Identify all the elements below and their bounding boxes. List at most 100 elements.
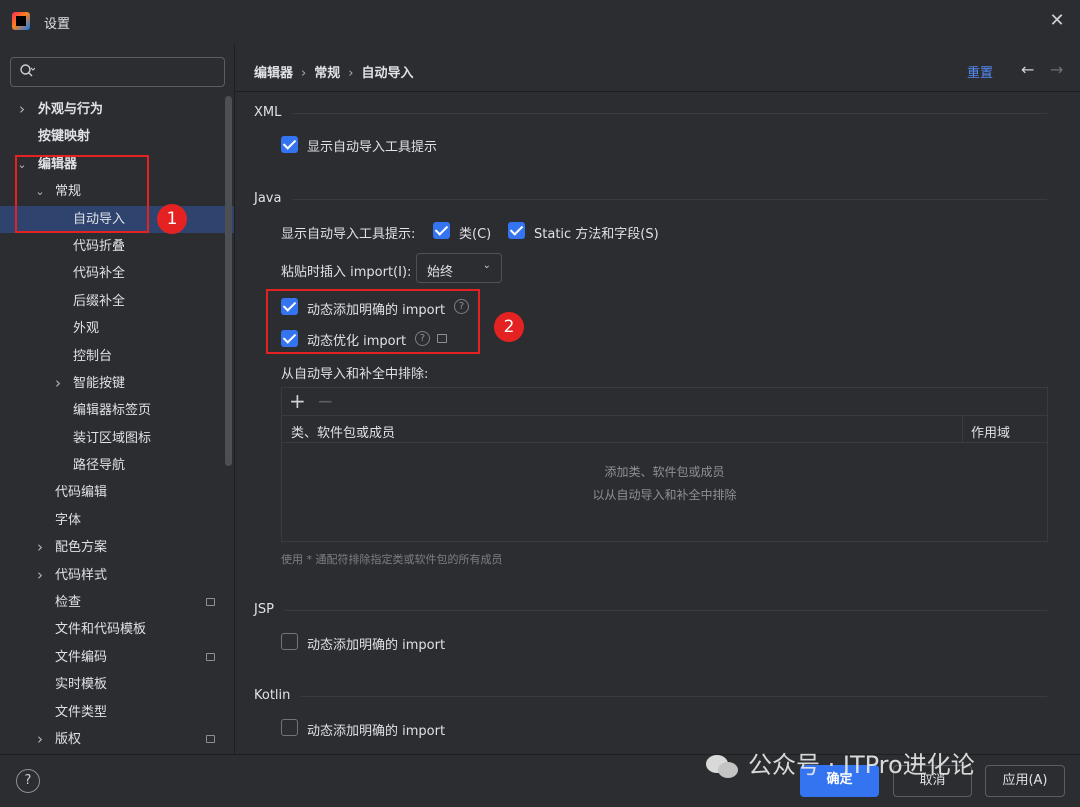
sidebar-item[interactable]: 后缀补全 bbox=[0, 288, 222, 315]
sidebar-item-label: 检查 bbox=[55, 595, 82, 611]
chevron-right-icon[interactable]: › bbox=[34, 562, 46, 589]
exclude-label: 从自动导入和补全中排除: bbox=[281, 367, 429, 382]
sidebar-item[interactable]: › 代码样式 bbox=[0, 562, 222, 589]
empty-state-line2: 以从自动导入和补全中排除 bbox=[592, 488, 737, 502]
sidebar-item[interactable]: 外观 bbox=[0, 315, 222, 342]
window-title: 设置 bbox=[44, 17, 71, 32]
apply-button[interactable]: 应用(A) bbox=[985, 765, 1065, 797]
exclude-table: + − 类、软件包或成员 作用域 添加类、软件包或成员 以从自动导入和补全中排除 bbox=[281, 387, 1048, 542]
sidebar-item-label: 代码补全 bbox=[73, 266, 126, 282]
header-divider bbox=[235, 91, 1080, 92]
sidebar-item-label: 后缀补全 bbox=[73, 293, 126, 309]
help-button[interactable]: ? bbox=[16, 769, 40, 793]
sidebar-item[interactable]: 代码折叠 bbox=[0, 233, 222, 260]
section-title-java: Java bbox=[254, 191, 282, 206]
annotation-number-1: 1 bbox=[157, 204, 187, 234]
sidebar-item[interactable]: 编辑器标签页 bbox=[0, 397, 222, 424]
section-title-xml: XML bbox=[254, 105, 282, 120]
breadcrumb-item[interactable]: 常规 bbox=[314, 66, 340, 81]
sidebar-item[interactable]: 路径导航 bbox=[0, 452, 222, 479]
sidebar-item-label: 文件和代码模板 bbox=[55, 622, 147, 638]
sidebar-scrollbar[interactable] bbox=[225, 96, 232, 466]
sidebar-item[interactable]: 字体 bbox=[0, 507, 222, 534]
arrow-left-icon[interactable]: ← bbox=[1021, 60, 1034, 79]
java-static-checkbox[interactable] bbox=[508, 222, 525, 239]
section-divider bbox=[301, 696, 1047, 697]
kotlin-add-unambiguous-label: 动态添加明确的 import bbox=[307, 724, 446, 739]
chevron-right-icon: › bbox=[301, 66, 307, 81]
sidebar-item[interactable]: › 智能按键 bbox=[0, 370, 222, 397]
sidebar-item[interactable]: › 外观与行为 bbox=[0, 96, 222, 123]
java-classes-label: 类(C) bbox=[459, 227, 492, 242]
annotation-box-1 bbox=[15, 155, 149, 233]
window-icon bbox=[206, 734, 215, 743]
watermark: 公众号 · ITPro进化论 bbox=[706, 745, 975, 780]
intellij-logo-icon bbox=[12, 12, 30, 30]
sidebar-item[interactable]: › 版权 bbox=[0, 726, 222, 753]
section-title-kotlin: Kotlin bbox=[254, 688, 291, 703]
breadcrumb: 编辑器 › 常规 › 自动导入 bbox=[254, 62, 413, 81]
paste-import-select[interactable]: 始终 ⌄ bbox=[416, 253, 502, 283]
section-title-jsp: JSP bbox=[254, 602, 274, 617]
sidebar-item-label: 编辑器标签页 bbox=[73, 403, 152, 419]
sidebar-item[interactable]: 文件编码 bbox=[0, 644, 222, 671]
chevron-right-icon[interactable]: › bbox=[34, 726, 46, 753]
window-icon bbox=[206, 652, 215, 661]
column-separator bbox=[962, 416, 963, 443]
xml-show-popup-label: 显示自动导入工具提示 bbox=[307, 140, 438, 155]
sidebar-item[interactable]: 装订区域图标 bbox=[0, 425, 222, 452]
sidebar-item-label: 文件编码 bbox=[55, 649, 108, 665]
sidebar-item[interactable]: 文件类型 bbox=[0, 699, 222, 726]
kotlin-add-unambiguous-checkbox[interactable] bbox=[281, 719, 298, 736]
settings-content: 编辑器 › 常规 › 自动导入 重置 ← → XML 显示自动导入工具提示 Java 显… bbox=[234, 44, 1080, 754]
sidebar-item[interactable]: 检查 bbox=[0, 589, 222, 616]
sidebar-item-label: 代码样式 bbox=[55, 567, 108, 583]
sidebar-item[interactable]: 文件和代码模板 bbox=[0, 616, 222, 643]
sidebar-item-label: 装订区域图标 bbox=[73, 430, 152, 446]
arrow-right-icon[interactable]: → bbox=[1050, 60, 1063, 79]
wildcard-hint: 使用 * 通配符排除指定类或软件包的所有成员 bbox=[281, 553, 503, 566]
chevron-right-icon: › bbox=[348, 66, 354, 81]
java-static-label: Static 方法和字段(S) bbox=[534, 227, 659, 242]
wechat-logo-icon bbox=[706, 753, 740, 779]
paste-import-value: 始终 bbox=[427, 265, 454, 280]
annotation-box-2 bbox=[266, 289, 480, 354]
title-bar: 设置 ✕ bbox=[0, 0, 1080, 44]
sidebar-item-label: 路径导航 bbox=[73, 458, 126, 474]
section-divider bbox=[293, 113, 1047, 114]
remove-icon[interactable]: − bbox=[317, 389, 334, 413]
sidebar-item-label: 配色方案 bbox=[55, 540, 108, 556]
sidebar-item-label: 智能按键 bbox=[73, 375, 126, 391]
reset-link[interactable]: 重置 bbox=[967, 62, 993, 81]
column-header-scope[interactable]: 作用域 bbox=[971, 422, 1010, 441]
chevron-right-icon[interactable]: › bbox=[16, 96, 28, 123]
add-icon[interactable]: + bbox=[289, 389, 306, 413]
window-icon bbox=[206, 598, 215, 607]
column-header-name[interactable]: 类、软件包或成员 bbox=[291, 422, 395, 441]
sidebar-item-label: 文件类型 bbox=[55, 704, 108, 720]
sidebar-item-label: 实时模板 bbox=[55, 677, 108, 693]
sidebar-item[interactable]: 控制台 bbox=[0, 343, 222, 370]
xml-show-popup-checkbox[interactable] bbox=[281, 136, 298, 153]
jsp-add-unambiguous-checkbox[interactable] bbox=[281, 633, 298, 650]
sidebar-item[interactable]: 实时模板 bbox=[0, 671, 222, 698]
chevron-right-icon[interactable]: › bbox=[52, 370, 64, 397]
search-input[interactable] bbox=[10, 57, 225, 87]
close-icon[interactable]: ✕ bbox=[1046, 10, 1068, 32]
sidebar-item[interactable]: 按键映射 bbox=[0, 123, 222, 150]
sidebar-item[interactable]: › 配色方案 bbox=[0, 534, 222, 561]
section-divider bbox=[293, 199, 1047, 200]
chevron-down-icon: ⌄ bbox=[482, 260, 491, 271]
breadcrumb-item: 自动导入 bbox=[361, 66, 414, 81]
sidebar-item-label: 代码折叠 bbox=[73, 238, 126, 254]
sidebar-item-label: 外观与行为 bbox=[38, 102, 104, 117]
breadcrumb-item[interactable]: 编辑器 bbox=[254, 66, 293, 81]
empty-state-line1[interactable]: 添加类、软件包或成员 bbox=[282, 463, 1047, 480]
search-icon bbox=[20, 64, 35, 77]
java-classes-checkbox[interactable] bbox=[433, 222, 450, 239]
sidebar-item-label: 外观 bbox=[73, 321, 100, 337]
sidebar-item[interactable]: 代码补全 bbox=[0, 260, 222, 287]
watermark-text: 公众号 · ITPro进化论 bbox=[748, 751, 975, 779]
sidebar-item[interactable]: 代码编辑 bbox=[0, 479, 222, 506]
chevron-right-icon[interactable]: › bbox=[34, 534, 46, 561]
